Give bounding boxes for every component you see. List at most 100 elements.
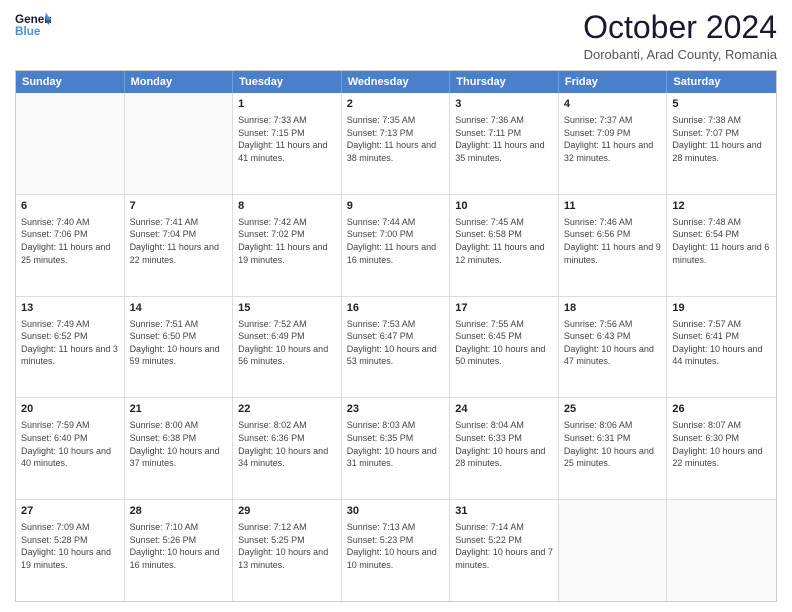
day-number: 3 (455, 97, 553, 112)
calendar-cell-18: 18 Sunrise: 7:56 AM Sunset: 6:43 PM Dayli… (559, 297, 668, 398)
calendar-cell-5: 5 Sunrise: 7:38 AM Sunset: 7:07 PM Daylig… (667, 93, 776, 194)
cell-info: Sunrise: 7:55 AM Sunset: 6:45 PM Dayligh… (455, 318, 553, 368)
month-title: October 2024 (583, 10, 777, 45)
calendar-row-5: 27 Sunrise: 7:09 AM Sunset: 5:28 PM Dayli… (16, 499, 776, 601)
calendar-body: 1Sunrise: 7:33 AM Sunset: 7:15 PM Daylig… (16, 93, 776, 601)
day-number: 7 (130, 199, 228, 214)
calendar-row-1: 1Sunrise: 7:33 AM Sunset: 7:15 PM Daylig… (16, 93, 776, 194)
calendar-cell-7: 7 Sunrise: 7:41 AM Sunset: 7:04 PM Daylig… (125, 195, 234, 296)
day-number: 18 (564, 301, 662, 316)
calendar-header: SundayMondayTuesdayWednesdayThursdayFrid… (16, 71, 776, 93)
cell-info: Sunrise: 7:57 AM Sunset: 6:41 PM Dayligh… (672, 318, 771, 368)
header-day-wednesday: Wednesday (342, 71, 451, 93)
calendar: SundayMondayTuesdayWednesdayThursdayFrid… (15, 70, 777, 602)
cell-info: Sunrise: 7:44 AM Sunset: 7:00 PM Dayligh… (347, 216, 445, 266)
day-number: 2 (347, 97, 445, 112)
day-number: 24 (455, 402, 553, 417)
calendar-cell-8: 8Sunrise: 7:42 AM Sunset: 7:02 PM Daylig… (233, 195, 342, 296)
day-number: 14 (130, 301, 228, 316)
cell-info: Sunrise: 7:13 AM Sunset: 5:23 PM Dayligh… (347, 521, 445, 571)
day-number: 28 (130, 504, 228, 519)
day-number: 5 (672, 97, 771, 112)
cell-info: Sunrise: 7:14 AM Sunset: 5:22 PM Dayligh… (455, 521, 553, 571)
calendar-cell-16: 16 Sunrise: 7:53 AM Sunset: 6:47 PM Dayli… (342, 297, 451, 398)
logo: General Blue (15, 10, 51, 40)
empty-cell (16, 93, 125, 194)
calendar-cell-19: 19 Sunrise: 7:57 AM Sunset: 6:41 PM Dayli… (667, 297, 776, 398)
cell-info: Sunrise: 7:38 AM Sunset: 7:07 PM Dayligh… (672, 114, 771, 164)
day-number: 4 (564, 97, 662, 112)
calendar-cell-27: 27 Sunrise: 7:09 AM Sunset: 5:28 PM Dayli… (16, 500, 125, 601)
day-number: 6 (21, 199, 119, 214)
day-number: 16 (347, 301, 445, 316)
cell-info: Sunrise: 7:09 AM Sunset: 5:28 PM Dayligh… (21, 521, 119, 571)
calendar-cell-13: 13 Sunrise: 7:49 AM Sunset: 6:52 PM Dayli… (16, 297, 125, 398)
svg-text:Blue: Blue (15, 25, 41, 38)
cell-info: Sunrise: 7:51 AM Sunset: 6:50 PM Dayligh… (130, 318, 228, 368)
day-number: 26 (672, 402, 771, 417)
cell-info: Sunrise: 7:41 AM Sunset: 7:04 PM Dayligh… (130, 216, 228, 266)
cell-info: Sunrise: 7:59 AM Sunset: 6:40 PM Dayligh… (21, 419, 119, 469)
cell-info: Sunrise: 8:00 AM Sunset: 6:38 PM Dayligh… (130, 419, 228, 469)
day-number: 17 (455, 301, 553, 316)
calendar-cell-20: 20 Sunrise: 7:59 AM Sunset: 6:40 PM Dayli… (16, 398, 125, 499)
cell-info: Sunrise: 8:07 AM Sunset: 6:30 PM Dayligh… (672, 419, 771, 469)
cell-info: Sunrise: 7:56 AM Sunset: 6:43 PM Dayligh… (564, 318, 662, 368)
calendar-cell-31: 31 Sunrise: 7:14 AM Sunset: 5:22 PM Dayli… (450, 500, 559, 601)
cell-info: Sunrise: 7:48 AM Sunset: 6:54 PM Dayligh… (672, 216, 771, 266)
header-day-monday: Monday (125, 71, 234, 93)
calendar-cell-25: 25Sunrise: 8:06 AM Sunset: 6:31 PM Dayli… (559, 398, 668, 499)
calendar-cell-15: 15 Sunrise: 7:52 AM Sunset: 6:49 PM Dayli… (233, 297, 342, 398)
empty-cell (125, 93, 234, 194)
day-number: 27 (21, 504, 119, 519)
calendar-cell-6: 6 Sunrise: 7:40 AM Sunset: 7:06 PM Daylig… (16, 195, 125, 296)
calendar-cell-30: 30 Sunrise: 7:13 AM Sunset: 5:23 PM Dayli… (342, 500, 451, 601)
day-number: 10 (455, 199, 553, 214)
day-number: 20 (21, 402, 119, 417)
calendar-cell-21: 21 Sunrise: 8:00 AM Sunset: 6:38 PM Dayli… (125, 398, 234, 499)
calendar-row-2: 6 Sunrise: 7:40 AM Sunset: 7:06 PM Daylig… (16, 194, 776, 296)
calendar-cell-4: 4 Sunrise: 7:37 AM Sunset: 7:09 PM Daylig… (559, 93, 668, 194)
calendar-cell-22: 22 Sunrise: 8:02 AM Sunset: 6:36 PM Dayli… (233, 398, 342, 499)
cell-info: Sunrise: 7:37 AM Sunset: 7:09 PM Dayligh… (564, 114, 662, 164)
calendar-cell-23: 23Sunrise: 8:03 AM Sunset: 6:35 PM Dayli… (342, 398, 451, 499)
page-header: General Blue October 2024 Dorobanti, Ara… (15, 10, 777, 62)
day-number: 19 (672, 301, 771, 316)
day-number: 30 (347, 504, 445, 519)
day-number: 29 (238, 504, 336, 519)
calendar-row-4: 20 Sunrise: 7:59 AM Sunset: 6:40 PM Dayli… (16, 397, 776, 499)
header-day-sunday: Sunday (16, 71, 125, 93)
day-number: 12 (672, 199, 771, 214)
calendar-cell-2: 2 Sunrise: 7:35 AM Sunset: 7:13 PM Daylig… (342, 93, 451, 194)
calendar-cell-26: 26 Sunrise: 8:07 AM Sunset: 6:30 PM Dayli… (667, 398, 776, 499)
day-number: 21 (130, 402, 228, 417)
calendar-cell-29: 29Sunrise: 7:12 AM Sunset: 5:25 PM Dayli… (233, 500, 342, 601)
calendar-cell-12: 12 Sunrise: 7:48 AM Sunset: 6:54 PM Dayli… (667, 195, 776, 296)
location: Dorobanti, Arad County, Romania (583, 47, 777, 62)
header-day-saturday: Saturday (667, 71, 776, 93)
day-number: 22 (238, 402, 336, 417)
cell-info: Sunrise: 7:49 AM Sunset: 6:52 PM Dayligh… (21, 318, 119, 368)
header-day-friday: Friday (559, 71, 668, 93)
day-number: 25 (564, 402, 662, 417)
calendar-cell-11: 11Sunrise: 7:46 AM Sunset: 6:56 PM Dayli… (559, 195, 668, 296)
cell-info: Sunrise: 7:33 AM Sunset: 7:15 PM Dayligh… (238, 114, 336, 164)
calendar-cell-17: 17 Sunrise: 7:55 AM Sunset: 6:45 PM Dayli… (450, 297, 559, 398)
calendar-cell-14: 14 Sunrise: 7:51 AM Sunset: 6:50 PM Dayli… (125, 297, 234, 398)
calendar-cell-3: 3Sunrise: 7:36 AM Sunset: 7:11 PM Daylig… (450, 93, 559, 194)
day-number: 13 (21, 301, 119, 316)
calendar-cell-10: 10Sunrise: 7:45 AM Sunset: 6:58 PM Dayli… (450, 195, 559, 296)
cell-info: Sunrise: 7:52 AM Sunset: 6:49 PM Dayligh… (238, 318, 336, 368)
cell-info: Sunrise: 7:46 AM Sunset: 6:56 PM Dayligh… (564, 216, 662, 266)
cell-info: Sunrise: 8:02 AM Sunset: 6:36 PM Dayligh… (238, 419, 336, 469)
day-number: 8 (238, 199, 336, 214)
cell-info: Sunrise: 7:40 AM Sunset: 7:06 PM Dayligh… (21, 216, 119, 266)
title-block: October 2024 Dorobanti, Arad County, Rom… (583, 10, 777, 62)
calendar-cell-24: 24Sunrise: 8:04 AM Sunset: 6:33 PM Dayli… (450, 398, 559, 499)
logo-icon: General Blue (15, 10, 51, 40)
cell-info: Sunrise: 7:53 AM Sunset: 6:47 PM Dayligh… (347, 318, 445, 368)
cell-info: Sunrise: 7:35 AM Sunset: 7:13 PM Dayligh… (347, 114, 445, 164)
day-number: 31 (455, 504, 553, 519)
calendar-cell-1: 1Sunrise: 7:33 AM Sunset: 7:15 PM Daylig… (233, 93, 342, 194)
day-number: 15 (238, 301, 336, 316)
